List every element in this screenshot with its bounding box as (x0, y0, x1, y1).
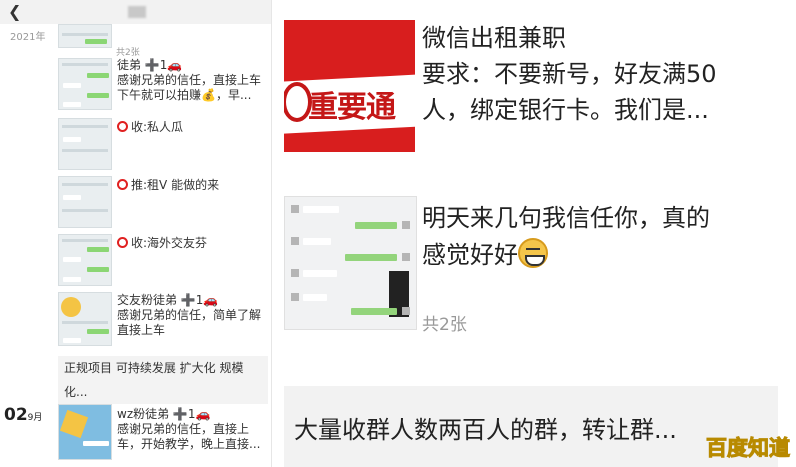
post-text[interactable]: wz粉徒弟 ➕1🚗 感谢兄弟的信任，直接上 车，开始教学，晚上直接... (117, 407, 260, 452)
right-moments-panel: 重要通 微信出租兼职 要求：不要新号，好友满50 人，绑定银行卡。我们是... … (272, 0, 796, 467)
image-count: 共2张 (422, 315, 467, 335)
post-text: 大量收群人数两百人的群，转让群... (294, 416, 677, 444)
post-text[interactable]: 微信出租兼职 要求：不要新号，好友满50 人，绑定银行卡。我们是... (422, 22, 717, 126)
image-count: 共2张 (116, 48, 140, 58)
red-circle-icon (117, 237, 128, 248)
blurred-title (128, 6, 146, 18)
post-text[interactable]: 收:海外交友芬 (117, 236, 207, 251)
post-text[interactable]: 交友粉徒弟 ➕1🚗 感谢兄弟的信任，简单了解 直接上车 (117, 293, 261, 338)
red-circle-icon (117, 121, 128, 132)
text-post-card[interactable]: 正规项目 可持续发展 扩大化 规模化... (58, 356, 268, 404)
post-text[interactable]: 徒弟 ➕1🚗 感谢兄弟的信任，直接上车 下午就可以拍赚💰，早... (117, 58, 261, 103)
grinning-emoji-icon (518, 238, 548, 268)
text-post-card[interactable]: 大量收群人数两百人的群，转让群... (284, 386, 778, 467)
post-thumbnail[interactable] (58, 24, 112, 48)
top-bar: ❮ (0, 0, 271, 24)
red-circle-icon (117, 179, 128, 190)
post-text[interactable]: 收:私人瓜 (117, 120, 183, 135)
post-thumbnail[interactable] (58, 404, 112, 460)
post-thumbnail[interactable] (58, 176, 112, 228)
left-moments-panel: ❮ 2021年 共2张 徒弟 ➕1🚗 感谢兄弟的信任，直接上车 下午就可以拍赚💰… (0, 0, 272, 467)
back-chevron-icon[interactable]: ❮ (8, 2, 21, 22)
post-thumbnail[interactable] (58, 118, 112, 170)
year-label: 2021年 (10, 32, 46, 43)
post-image-red-banner[interactable]: 重要通 (284, 20, 415, 152)
banner-word: 重要通 (308, 90, 396, 125)
post-text[interactable]: 推:租V 能做的来 (117, 178, 219, 193)
post-thumbnail[interactable] (58, 292, 112, 346)
post-date: 029月 (4, 405, 43, 425)
baidu-zhidao-watermark: 百度知道 (706, 436, 791, 461)
post-thumbnail[interactable] (58, 58, 112, 110)
post-thumbnail[interactable] (58, 234, 112, 286)
post-text[interactable]: 明天来几句我信任你，真的 感觉好好 (422, 202, 710, 271)
post-image-chat-screenshot[interactable] (284, 196, 417, 330)
